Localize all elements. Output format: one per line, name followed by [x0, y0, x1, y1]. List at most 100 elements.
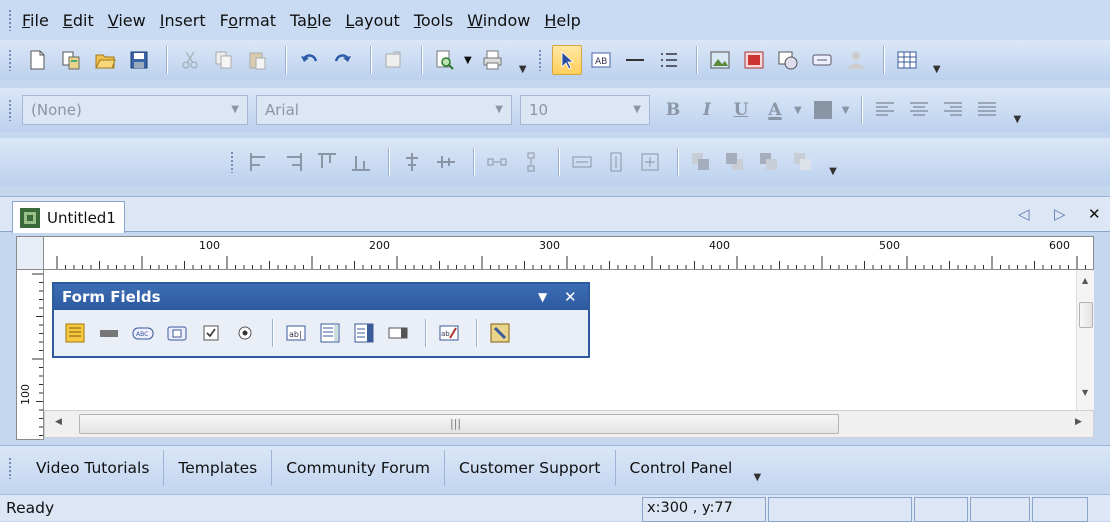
bold-button[interactable]: B	[658, 95, 688, 125]
space-vertical-icon[interactable]	[516, 147, 546, 177]
properties-icon[interactable]	[379, 45, 409, 75]
shape-icon[interactable]	[773, 45, 803, 75]
vertical-scroll-thumb[interactable]	[1079, 302, 1093, 328]
menu-layout[interactable]: Layout	[345, 11, 399, 30]
scroll-tabs-left-icon[interactable]: ◁	[1018, 205, 1030, 223]
menu-insert[interactable]: Insert	[160, 11, 206, 30]
align-left-icon[interactable]	[870, 95, 900, 125]
align-center-icon[interactable]	[904, 95, 934, 125]
form-checkbox-icon[interactable]	[196, 318, 226, 348]
copy-icon[interactable]	[209, 45, 239, 75]
form-radio-icon[interactable]	[230, 318, 260, 348]
new-document-icon[interactable]	[22, 45, 52, 75]
scroll-right-icon[interactable]: ▶	[1075, 417, 1082, 427]
send-back-icon[interactable]	[720, 147, 750, 177]
form-dropdown-field-icon[interactable]	[383, 318, 413, 348]
undo-icon[interactable]	[294, 45, 324, 75]
button-field-icon[interactable]	[807, 45, 837, 75]
same-height-icon[interactable]	[601, 147, 631, 177]
same-size-icon[interactable]	[635, 147, 665, 177]
select-pointer-icon[interactable]	[551, 45, 582, 75]
menu-file[interactable]: File	[22, 11, 49, 30]
italic-button[interactable]: I	[692, 95, 722, 125]
paste-icon[interactable]	[243, 45, 273, 75]
toolbar-grip[interactable]	[8, 49, 12, 71]
tab-control-panel[interactable]: Control Panel	[616, 450, 747, 486]
center-horizontal-icon[interactable]	[431, 147, 461, 177]
barcode-image-icon[interactable]	[739, 45, 769, 75]
menu-grip[interactable]	[8, 9, 12, 31]
tab-customer-support[interactable]: Customer Support	[445, 449, 616, 486]
line-icon[interactable]	[620, 45, 650, 75]
horizontal-scroll-thumb[interactable]: |||	[79, 414, 839, 434]
close-document-icon[interactable]: ✕	[1088, 205, 1101, 223]
same-width-icon[interactable]	[567, 147, 597, 177]
new-from-template-icon[interactable]	[56, 45, 86, 75]
tab-video-tutorials[interactable]: Video Tutorials	[22, 449, 165, 486]
tab-community-forum[interactable]: Community Forum	[272, 449, 446, 486]
list-icon[interactable]	[654, 45, 684, 75]
document-tab[interactable]: Untitled1	[12, 201, 125, 233]
form-button-field-icon[interactable]	[94, 318, 124, 348]
print-preview-dropdown-icon[interactable]: ▼	[464, 55, 472, 66]
panel-menu-icon[interactable]: ▼	[538, 290, 547, 304]
scroll-down-icon[interactable]: ▼	[1082, 388, 1088, 397]
print-icon[interactable]	[478, 45, 508, 75]
horizontal-scrollbar[interactable]: ◀ ||| ▶	[44, 410, 1094, 438]
menu-edit[interactable]: Edit	[63, 11, 94, 30]
fill-color-button[interactable]	[808, 95, 838, 125]
menu-table[interactable]: Table	[290, 11, 331, 30]
toolbar-grip[interactable]	[537, 49, 542, 71]
font-size-select[interactable]: 10 ▼	[520, 95, 650, 125]
text-box-icon[interactable]: AB	[586, 45, 616, 75]
menu-format[interactable]: Format	[220, 11, 276, 30]
toolbar-overflow-icon[interactable]: ▼	[516, 45, 530, 75]
send-backward-icon[interactable]	[788, 147, 818, 177]
toolbar-overflow-icon[interactable]: ▼	[930, 45, 944, 75]
form-abc-field-icon[interactable]: ABC	[128, 318, 158, 348]
redo-icon[interactable]	[328, 45, 358, 75]
scroll-up-icon[interactable]: ▲	[1082, 276, 1088, 285]
close-icon[interactable]: ✕	[564, 288, 577, 306]
print-preview-icon[interactable]	[430, 45, 460, 75]
toolbar-overflow-icon[interactable]: ▼	[1010, 95, 1024, 125]
font-select[interactable]: Arial ▼	[256, 95, 512, 125]
save-icon[interactable]	[124, 45, 154, 75]
toolbar-grip[interactable]	[8, 456, 12, 479]
scroll-left-icon[interactable]: ◀	[55, 417, 62, 427]
cut-icon[interactable]	[175, 45, 205, 75]
form-combobox-icon[interactable]	[349, 318, 379, 348]
align-right-icon[interactable]	[938, 95, 968, 125]
form-fields-titlebar[interactable]: Form Fields ▼ ✕	[54, 284, 588, 310]
space-horizontal-icon[interactable]	[482, 147, 512, 177]
image-icon[interactable]	[705, 45, 735, 75]
form-field-list-icon[interactable]	[60, 318, 90, 348]
vertical-scrollbar[interactable]: ▲ ▼	[1076, 270, 1094, 410]
align-lefts-icon[interactable]	[244, 147, 274, 177]
underline-button[interactable]: U	[726, 95, 756, 125]
font-color-button[interactable]: A	[760, 95, 790, 125]
menu-window[interactable]: Window	[467, 11, 530, 30]
menu-tools[interactable]: Tools	[414, 11, 453, 30]
font-color-dropdown-icon[interactable]: ▼	[794, 105, 802, 116]
center-vertical-icon[interactable]	[397, 147, 427, 177]
toolbar-overflow-icon[interactable]: ▼	[750, 453, 764, 483]
fill-color-dropdown-icon[interactable]: ▼	[842, 105, 850, 116]
justify-icon[interactable]	[972, 95, 1002, 125]
toolbar-overflow-icon[interactable]: ▼	[826, 147, 840, 177]
bring-forward-icon[interactable]	[754, 147, 784, 177]
open-folder-icon[interactable]	[90, 45, 120, 75]
menu-view[interactable]: View	[108, 11, 146, 30]
scroll-tabs-right-icon[interactable]: ▷	[1054, 205, 1066, 223]
table-icon[interactable]	[892, 45, 922, 75]
menu-help[interactable]: Help	[544, 11, 580, 30]
form-text-field-icon[interactable]: ab|	[281, 318, 311, 348]
toolbar-grip[interactable]	[8, 99, 12, 121]
bring-front-icon[interactable]	[686, 147, 716, 177]
align-bottoms-icon[interactable]	[346, 147, 376, 177]
tab-templates[interactable]: Templates	[164, 449, 273, 486]
form-image-field-icon[interactable]	[162, 318, 192, 348]
form-listbox-icon[interactable]	[315, 318, 345, 348]
align-tops-icon[interactable]	[312, 147, 342, 177]
user-icon[interactable]	[841, 45, 871, 75]
